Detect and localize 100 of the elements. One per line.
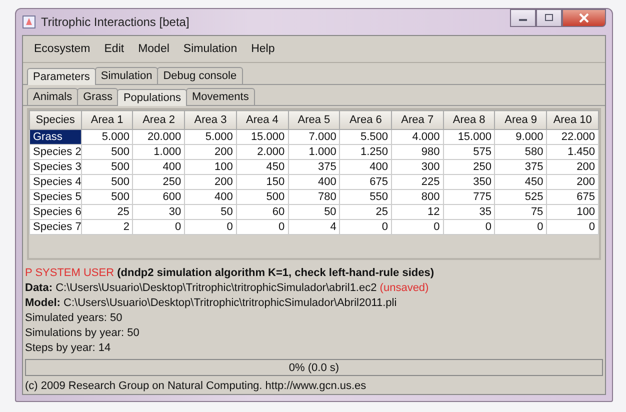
table-cell[interactable]: 0 <box>494 220 547 234</box>
table-cell[interactable]: 100 <box>546 204 598 220</box>
tab[interactable]: Debug console <box>157 67 243 84</box>
menu-item[interactable]: Model <box>133 41 174 57</box>
table-cell[interactable]: 20.000 <box>132 130 185 144</box>
table-cell[interactable]: 2 <box>81 220 133 234</box>
table-cell[interactable]: 800 <box>392 190 444 204</box>
table-cell[interactable]: 15.000 <box>236 130 288 144</box>
table-cell[interactable]: 350 <box>443 174 495 190</box>
table-cell[interactable]: 9.000 <box>494 130 547 144</box>
table-cell[interactable]: 22.000 <box>546 130 598 144</box>
table-cell[interactable]: 500 <box>81 174 133 190</box>
table-cell[interactable]: 0 <box>392 220 444 234</box>
menu-item[interactable]: Simulation <box>178 41 242 57</box>
tab[interactable]: Populations <box>117 89 187 106</box>
column-header[interactable]: Area 2 <box>132 110 185 130</box>
table-cell[interactable]: 0 <box>340 220 392 234</box>
menu-item[interactable]: Edit <box>99 41 130 57</box>
column-header[interactable]: Area 8 <box>443 110 495 130</box>
table-cell[interactable]: Species 7 <box>30 220 82 234</box>
table-cell[interactable]: 15.000 <box>443 130 495 144</box>
table-cell[interactable]: 7.000 <box>288 130 340 144</box>
column-header[interactable]: Area 4 <box>236 110 288 130</box>
column-header[interactable]: Area 1 <box>81 110 133 130</box>
table-cell[interactable]: 1.000 <box>132 144 185 160</box>
table-cell[interactable]: 300 <box>392 160 444 174</box>
table-cell[interactable]: 35 <box>443 204 495 220</box>
table-cell[interactable]: 60 <box>236 204 288 220</box>
table-cell[interactable]: 400 <box>288 174 340 190</box>
table-cell[interactable]: 25 <box>340 204 392 220</box>
menu-item[interactable]: Ecosystem <box>29 41 96 57</box>
table-cell[interactable]: 0 <box>546 220 598 234</box>
table-cell[interactable]: 0 <box>236 220 288 234</box>
table-cell[interactable]: 50 <box>288 204 340 220</box>
table-cell[interactable]: 4.000 <box>392 130 444 144</box>
table-cell[interactable]: 1.250 <box>340 144 392 160</box>
table-cell[interactable]: 4 <box>288 220 340 234</box>
table-cell[interactable]: 250 <box>132 174 185 190</box>
close-button[interactable] <box>562 9 606 27</box>
table-cell[interactable]: 980 <box>392 144 444 160</box>
tab[interactable]: Parameters <box>27 68 96 85</box>
table-cell[interactable]: 200 <box>546 174 598 190</box>
table-cell[interactable]: 200 <box>184 144 236 160</box>
minimize-button[interactable] <box>510 9 536 27</box>
tab[interactable]: Movements <box>186 88 255 105</box>
table-cell[interactable]: 675 <box>546 190 598 204</box>
table-cell[interactable]: 375 <box>494 160 547 174</box>
table-cell[interactable]: 375 <box>288 160 340 174</box>
table-cell[interactable]: 25 <box>81 204 133 220</box>
table-cell[interactable]: Species 3 <box>30 160 82 174</box>
table-cell[interactable]: 1.000 <box>288 144 340 160</box>
table-cell[interactable]: 5.000 <box>184 130 236 144</box>
table-cell[interactable]: 500 <box>236 190 288 204</box>
table-cell[interactable]: 600 <box>132 190 185 204</box>
table-cell[interactable]: 75 <box>494 204 547 220</box>
column-header[interactable]: Area 10 <box>546 110 598 130</box>
table-cell[interactable]: 500 <box>81 160 133 174</box>
table-cell[interactable]: 150 <box>236 174 288 190</box>
table-cell[interactable]: 200 <box>184 174 236 190</box>
table-cell[interactable]: 575 <box>443 144 495 160</box>
table-cell[interactable]: 200 <box>546 160 598 174</box>
table-cell[interactable]: 0 <box>184 220 236 234</box>
column-header[interactable]: Species <box>30 110 82 130</box>
table-cell[interactable]: Species 2 <box>30 144 82 160</box>
column-header[interactable]: Area 9 <box>494 110 547 130</box>
table-cell[interactable]: 30 <box>132 204 185 220</box>
table-cell[interactable]: 50 <box>184 204 236 220</box>
table-cell[interactable]: Grass <box>30 130 82 144</box>
table-cell[interactable]: 250 <box>443 160 495 174</box>
table-cell[interactable]: 450 <box>236 160 288 174</box>
table-cell[interactable]: Species 5 <box>30 190 82 204</box>
table-cell[interactable]: 12 <box>392 204 444 220</box>
column-header[interactable]: Area 7 <box>392 110 444 130</box>
table-cell[interactable]: 0 <box>443 220 495 234</box>
table-cell[interactable]: 400 <box>184 190 236 204</box>
table-cell[interactable]: 2.000 <box>236 144 288 160</box>
column-header[interactable]: Area 6 <box>340 110 392 130</box>
table-cell[interactable]: 5.500 <box>340 130 392 144</box>
table-cell[interactable]: Species 4 <box>30 174 82 190</box>
table-cell[interactable]: 400 <box>340 160 392 174</box>
tab[interactable]: Animals <box>27 88 78 105</box>
table-cell[interactable]: 225 <box>392 174 444 190</box>
maximize-button[interactable] <box>536 9 562 27</box>
menu-item[interactable]: Help <box>246 41 280 57</box>
table-cell[interactable]: 450 <box>494 174 547 190</box>
table-cell[interactable]: 1.450 <box>546 144 598 160</box>
table-cell[interactable]: 5.000 <box>81 130 133 144</box>
table-cell[interactable]: 775 <box>443 190 495 204</box>
table-cell[interactable]: 675 <box>340 174 392 190</box>
table-cell[interactable]: 400 <box>132 160 185 174</box>
table-cell[interactable]: 500 <box>81 190 133 204</box>
table-cell[interactable]: 550 <box>340 190 392 204</box>
table-cell[interactable]: 0 <box>132 220 185 234</box>
column-header[interactable]: Area 5 <box>288 110 340 130</box>
table-cell[interactable]: 580 <box>494 144 547 160</box>
table-cell[interactable]: 100 <box>184 160 236 174</box>
table-cell[interactable]: 780 <box>288 190 340 204</box>
column-header[interactable]: Area 3 <box>184 110 236 130</box>
table-cell[interactable]: 500 <box>81 144 133 160</box>
table-cell[interactable]: 525 <box>494 190 547 204</box>
